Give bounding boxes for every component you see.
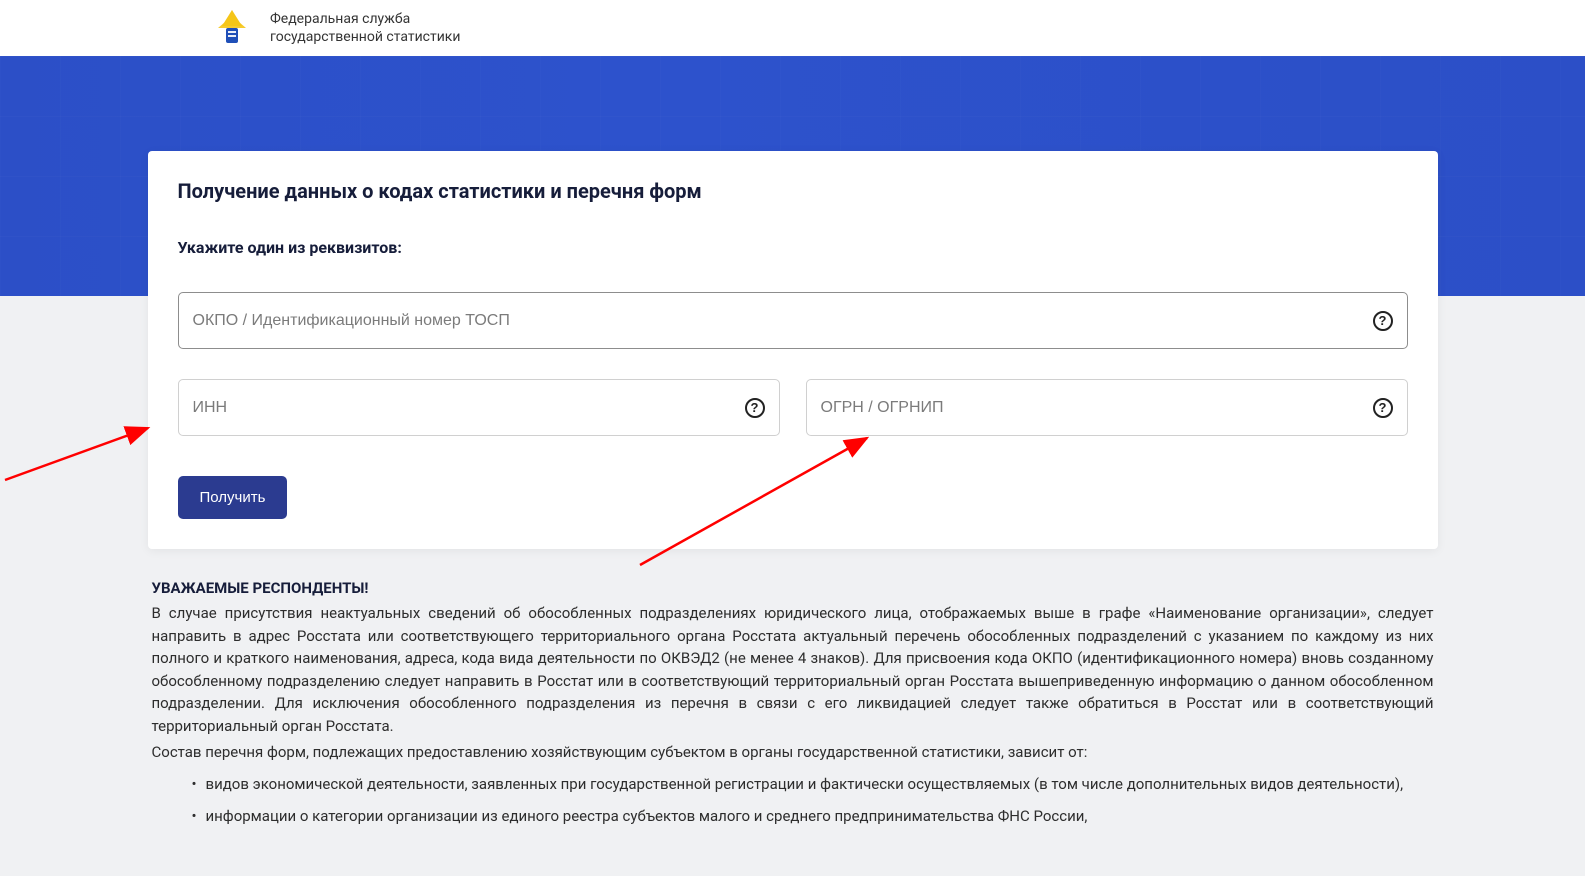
ogrn-help-icon[interactable]: ? <box>1373 398 1393 418</box>
page-header: Федеральная служба государственной стати… <box>0 0 1585 56</box>
okpo-input[interactable] <box>193 312 1357 330</box>
header-org-name: Федеральная служба государственной стати… <box>270 10 460 46</box>
submit-button[interactable]: Получить <box>178 476 288 519</box>
okpo-help-icon[interactable]: ? <box>1373 311 1393 331</box>
info-heading: УВАЖАЕМЫЕ РЕСПОНДЕНТЫ! <box>152 579 1434 597</box>
ogrn-input[interactable] <box>821 399 1357 417</box>
inn-help-icon[interactable]: ? <box>745 398 765 418</box>
inn-input[interactable] <box>193 399 729 417</box>
info-list-intro: Состав перечня форм, подлежащих предоста… <box>152 741 1434 764</box>
info-list-item: видов экономической деятельности, заявле… <box>152 772 1434 796</box>
info-list: видов экономической деятельности, заявле… <box>152 772 1434 828</box>
rosstat-logo <box>210 6 254 50</box>
inn-field-wrap: ? <box>178 379 780 436</box>
info-section: УВАЖАЕМЫЕ РЕСПОНДЕНТЫ! В случае присутст… <box>148 579 1438 876</box>
header-line-1: Федеральная служба <box>270 10 460 28</box>
info-list-item: информации о категории организации из ед… <box>152 804 1434 828</box>
info-paragraph: В случае присутствия неактуальных сведен… <box>152 602 1434 737</box>
okpo-field-wrap: ? <box>178 292 1408 349</box>
card-title: Получение данных о кодах статистики и пе… <box>178 179 1408 203</box>
annotation-arrow-left <box>0 410 170 490</box>
header-line-2: государственной статистики <box>270 28 460 46</box>
search-card: Получение данных о кодах статистики и пе… <box>148 151 1438 549</box>
card-subtitle: Укажите один из реквизитов: <box>178 238 1408 257</box>
ogrn-field-wrap: ? <box>806 379 1408 436</box>
